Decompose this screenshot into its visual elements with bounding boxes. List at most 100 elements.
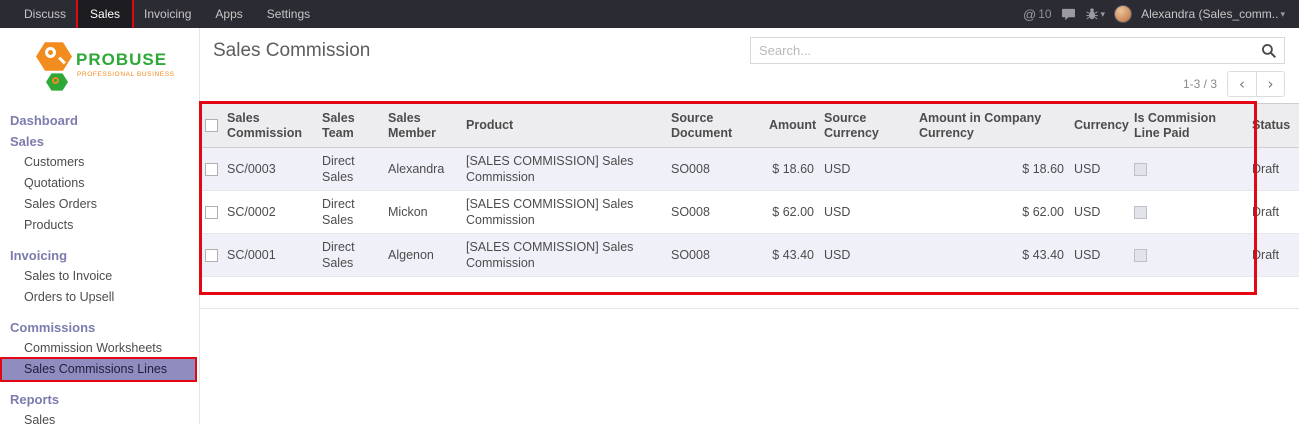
cell-member[interactable]: Algenon [383,234,461,277]
avatar[interactable] [1114,5,1132,23]
cell-team[interactable]: Direct Sales [317,234,383,277]
col-sales-commission[interactable]: Sales Commission [222,104,317,148]
mention-button[interactable]: @ 10 [1023,7,1052,22]
row-select-checkbox[interactable] [205,249,218,262]
logo-hexagon-green [46,72,68,92]
magnifier-icon [52,77,59,84]
cell-product[interactable]: [SALES COMMISSION] Sales Commission [461,191,666,234]
mention-count: 10 [1038,7,1051,21]
cell-amount-company[interactable]: $ 43.40 [914,234,1069,277]
sidebar-section-commissions[interactable]: Commissions [0,317,199,338]
chat-bubble-icon [1061,8,1076,21]
cell-amount[interactable]: $ 43.40 [764,234,819,277]
row-select-cell [200,148,222,191]
row-select-checkbox[interactable] [205,206,218,219]
col-source-document[interactable]: Source Document [666,104,764,148]
col-sales-team[interactable]: Sales Team [317,104,383,148]
messages-button[interactable] [1061,8,1076,21]
cell-status[interactable]: Draft [1247,234,1299,277]
pager: 1-3 / 3 ‹ › [1183,71,1285,97]
page-title: Sales Commission [213,40,370,62]
col-source-currency[interactable]: Source Currency [819,104,914,148]
cell-source-currency[interactable]: USD [819,148,914,191]
sidebar-item-orders-to-upsell[interactable]: Orders to Upsell [2,287,195,308]
cell-ref[interactable]: SC/0001 [222,234,317,277]
col-product[interactable]: Product [461,104,666,148]
pager-prev-button[interactable]: ‹ [1228,72,1256,96]
sidebar-item-sales-report[interactable]: Sales [2,410,195,424]
cell-currency[interactable]: USD [1069,191,1129,234]
cell-status[interactable]: Draft [1247,148,1299,191]
col-status[interactable]: Status [1247,104,1299,148]
sidebar-item-products[interactable]: Products [2,215,195,236]
sidebar-item-quotations[interactable]: Quotations [2,173,195,194]
col-currency[interactable]: Currency [1069,104,1129,148]
col-sales-member[interactable]: Sales Member [383,104,461,148]
sidebar-section-dashboard[interactable]: Dashboard [0,110,199,131]
cell-source[interactable]: SO008 [666,191,764,234]
cell-paid [1129,148,1247,191]
cell-amount-company[interactable]: $ 18.60 [914,148,1069,191]
sidebar-section-sales[interactable]: Sales [0,131,199,152]
table-row[interactable]: SC/0001 Direct Sales Algenon [SALES COMM… [200,234,1299,277]
search-button[interactable] [1257,43,1284,59]
sidebar-item-sales-orders[interactable]: Sales Orders [2,194,195,215]
cell-amount[interactable]: $ 18.60 [764,148,819,191]
brand-name: PROBUSE [76,50,167,70]
chevron-down-icon: ▾ [1101,9,1106,20]
table-row[interactable]: SC/0003 Direct Sales Alexandra [SALES CO… [200,148,1299,191]
col-amount[interactable]: Amount [764,104,819,148]
cell-member[interactable]: Mickon [383,191,461,234]
select-all-cell [200,104,222,148]
cell-source[interactable]: SO008 [666,148,764,191]
cell-paid [1129,234,1247,277]
sidebar-item-sales-commissions-lines[interactable]: Sales Commissions Lines [2,359,195,380]
row-select-checkbox[interactable] [205,163,218,176]
user-name: Alexandra (Sales_comm.. [1141,7,1278,21]
col-is-commission-line-paid[interactable]: Is Commision Line Paid [1129,104,1247,148]
mention-icon: @ [1023,7,1036,22]
cell-ref[interactable]: SC/0002 [222,191,317,234]
col-amount-company-currency[interactable]: Amount in Company Currency [914,104,1069,148]
paid-checkbox [1134,206,1147,219]
sidebar-item-sales-to-invoice[interactable]: Sales to Invoice [2,266,195,287]
pager-buttons: ‹ › [1227,71,1285,97]
sidebar-section-reports[interactable]: Reports [0,389,199,410]
pager-next-button[interactable]: › [1256,72,1284,96]
cell-amount-company[interactable]: $ 62.00 [914,191,1069,234]
content-divider [200,308,1299,309]
sidebar-nav: Dashboard Sales Customers Quotations Sal… [0,106,199,424]
cell-source-currency[interactable]: USD [819,234,914,277]
paid-checkbox [1134,249,1147,262]
cell-member[interactable]: Alexandra [383,148,461,191]
cell-paid [1129,191,1247,234]
cell-team[interactable]: Direct Sales [317,191,383,234]
cell-product[interactable]: [SALES COMMISSION] Sales Commission [461,148,666,191]
main-content: Sales Commission 1-3 / 3 ‹ › Sales Commi… [200,28,1299,424]
sidebar-item-commission-worksheets[interactable]: Commission Worksheets [2,338,195,359]
menu-settings[interactable]: Settings [255,0,322,28]
cell-source-currency[interactable]: USD [819,191,914,234]
cell-product[interactable]: [SALES COMMISSION] Sales Commission [461,234,666,277]
cell-amount[interactable]: $ 62.00 [764,191,819,234]
cell-currency[interactable]: USD [1069,234,1129,277]
cell-status[interactable]: Draft [1247,191,1299,234]
cell-source[interactable]: SO008 [666,234,764,277]
table-row[interactable]: SC/0002 Direct Sales Mickon [SALES COMMI… [200,191,1299,234]
cell-currency[interactable]: USD [1069,148,1129,191]
search-input[interactable] [751,43,1257,58]
cell-team[interactable]: Direct Sales [317,148,383,191]
user-menu-button[interactable]: Alexandra (Sales_comm.. ▾ [1141,7,1285,21]
menu-invoicing[interactable]: Invoicing [132,0,203,28]
sidebar-item-customers[interactable]: Customers [2,152,195,173]
cell-ref[interactable]: SC/0003 [222,148,317,191]
menu-discuss[interactable]: Discuss [12,0,78,28]
menu-sales[interactable]: Sales [78,0,132,28]
sidebar-section-invoicing[interactable]: Invoicing [0,245,199,266]
topbar-right: @ 10 ▾ Alexandra (Sales_comm.. ▾ [1023,5,1299,23]
paid-checkbox [1134,163,1147,176]
sidebar: PROBUSE PROFESSIONAL BUSINESS Dashboard … [0,28,200,424]
select-all-checkbox[interactable] [205,119,218,132]
debug-menu-button[interactable]: ▾ [1085,7,1106,21]
menu-apps[interactable]: Apps [203,0,254,28]
